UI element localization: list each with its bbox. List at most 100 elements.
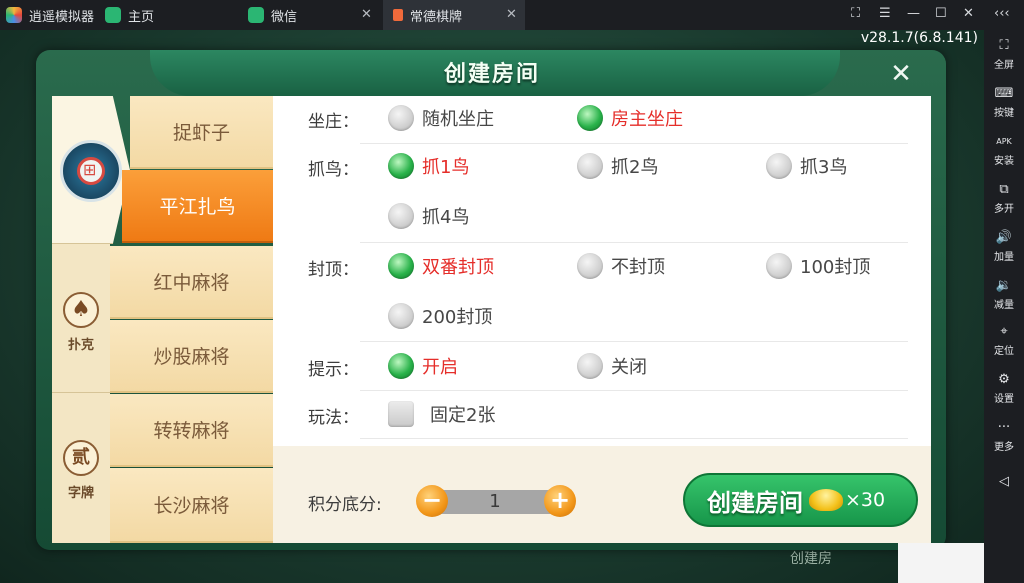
category-label: 扑克	[67, 338, 94, 353]
radio-icon	[388, 303, 414, 329]
tab-app[interactable]: 常德棋牌	[383, 0, 525, 30]
radio-icon	[577, 153, 603, 179]
sidebar-item-volume-up[interactable]: 🔊 加量	[984, 230, 1024, 263]
radio-icon	[577, 353, 603, 379]
sidebar-item-label: 安装	[994, 156, 1014, 167]
sidebar-item-more[interactable]: ··· 更多	[984, 420, 1024, 453]
option-label: 抓1鸟	[422, 157, 470, 178]
dialog-title: 创建房间	[443, 62, 540, 87]
keyboard-icon: ⌨	[994, 86, 1014, 101]
option-zhua4niao[interactable]: 抓4鸟	[388, 203, 469, 229]
category-poker[interactable]: ♠ 扑克	[52, 292, 110, 353]
sidebar-item-install[interactable]: APK 安装	[984, 134, 1024, 167]
option-label: 抓3鸟	[800, 157, 848, 178]
emulator-sidebar: ⛶ 全屏 ⌨ 按键 APK 安装 ⧉ 多开 🔊 加量 🔉 减量 ⌖ 定位 ⚙ 设…	[984, 30, 1024, 583]
option-owner-banker[interactable]: 房主坐庄	[577, 105, 683, 131]
tab-label: 主页	[128, 9, 155, 25]
category-zipai[interactable]: 贰 字牌	[52, 440, 110, 501]
collapse-sidebar-icon[interactable]: ‹‹‹	[994, 6, 1010, 21]
tab-chaogu-majiang[interactable]: 炒股麻将	[110, 320, 273, 393]
mahjong-icon	[60, 140, 122, 202]
category-label: 字牌	[67, 486, 94, 501]
back-icon: ◁	[999, 474, 1009, 489]
option-200-cap[interactable]: 200封顶	[388, 303, 492, 329]
close-window-icon[interactable]: ✕	[963, 6, 974, 21]
radio-selected-icon	[577, 105, 603, 131]
close-app-tab-icon[interactable]: ✕	[506, 7, 517, 22]
minimize-icon[interactable]: —	[907, 6, 920, 21]
version-label: v28.1.7(6.8.141)	[860, 30, 978, 46]
create-room-cost: ×30	[845, 489, 886, 511]
tab-hongzhong-majiang[interactable]: 红中麻将	[110, 246, 273, 319]
option-label: 房主坐庄	[611, 109, 683, 130]
tab-zhuanzhuan-majiang[interactable]: 转转麻将	[110, 394, 273, 467]
sidebar-item-fullscreen[interactable]: ⛶ 全屏	[984, 38, 1024, 71]
app-icon	[393, 9, 403, 21]
sidebar-item-keys[interactable]: ⌨ 按键	[984, 86, 1024, 119]
volume-down-icon: 🔉	[995, 278, 1013, 293]
row-label-zhuaniao: 抓鸟：	[308, 160, 359, 180]
option-hint-off[interactable]: 关闭	[577, 353, 647, 379]
tab-zhuoxiazi[interactable]: 捉虾子	[130, 96, 273, 169]
background-create-label: 创建房	[790, 551, 832, 567]
score-minus-button[interactable]: −	[416, 485, 448, 517]
spade-icon: ♠	[63, 292, 99, 328]
menu-icon[interactable]: ☰	[879, 6, 891, 21]
row-label-wanfa: 玩法：	[308, 408, 359, 428]
row-separator	[360, 143, 908, 144]
option-zhua2niao[interactable]: 抓2鸟	[577, 153, 658, 179]
corner-overlay	[898, 543, 984, 583]
radio-selected-icon	[388, 253, 414, 279]
option-no-cap[interactable]: 不封顶	[577, 253, 665, 279]
score-label: 积分底分:	[308, 495, 382, 515]
option-zhua1niao[interactable]: 抓1鸟	[388, 153, 469, 179]
close-dialog-icon[interactable]: ✕	[887, 60, 915, 88]
wechat-icon	[248, 7, 264, 23]
tab-label: 微信	[271, 9, 298, 25]
sidebar-item-label: 多开	[994, 204, 1014, 215]
category-divider	[52, 392, 110, 393]
sidebar-item-settings[interactable]: ⚙ 设置	[984, 372, 1024, 405]
create-room-button[interactable]: 创建房间 ×30	[683, 473, 918, 527]
sidebar-item-label: 减量	[994, 300, 1014, 311]
logo-icon	[6, 7, 22, 23]
sidebar-item-label: 定位	[994, 346, 1014, 357]
apk-icon: APK	[996, 137, 1012, 146]
checkbox-fixed-2[interactable]: 固定2张	[388, 401, 495, 427]
tab-wechat[interactable]: 微信	[240, 0, 380, 30]
option-label: 双番封顶	[422, 257, 494, 278]
option-label: 抓4鸟	[422, 207, 470, 228]
sidebar-item-location[interactable]: ⌖ 定位	[984, 324, 1024, 357]
tab-label: 逍遥模拟器	[29, 9, 95, 25]
sidebar-item-label: 设置	[994, 394, 1014, 405]
option-label: 抓2鸟	[611, 157, 659, 178]
option-hint-on[interactable]: 开启	[388, 353, 458, 379]
tab-changsha-majiang[interactable]: 长沙麻将	[110, 468, 273, 543]
sidebar-item-multi[interactable]: ⧉ 多开	[984, 182, 1024, 215]
close-wechat-tab-icon[interactable]: ✕	[361, 7, 372, 22]
option-random-banker[interactable]: 随机坐庄	[388, 105, 494, 131]
tab-pingjiang-zhaniao[interactable]: 平江扎鸟	[122, 170, 273, 243]
sidebar-item-back[interactable]: ◁	[984, 474, 1024, 492]
zipai-icon: 贰	[63, 440, 99, 476]
volume-up-icon: 🔊	[995, 230, 1013, 245]
option-label: 不封顶	[611, 257, 665, 278]
option-label: 关闭	[611, 357, 647, 378]
tab-label: 常德棋牌	[410, 9, 463, 25]
row-separator	[360, 438, 908, 439]
sidebar-item-volume-down[interactable]: 🔉 减量	[984, 278, 1024, 311]
fullscreen-icon[interactable]: ⛶	[851, 6, 860, 21]
option-100-cap[interactable]: 100封顶	[766, 253, 870, 279]
score-plus-button[interactable]: +	[544, 485, 576, 517]
create-room-label: 创建房间	[707, 488, 803, 517]
option-zhua3niao[interactable]: 抓3鸟	[766, 153, 847, 179]
option-double-cap[interactable]: 双番封顶	[388, 253, 494, 279]
tab-emulator[interactable]: 逍遥模拟器	[6, 0, 94, 30]
option-label: 随机坐庄	[422, 109, 494, 130]
emulator-titlebar: 逍遥模拟器 主页 微信 ✕ 常德棋牌 ✕ ⛶ ☰ — ☐ ✕ ‹‹‹	[0, 0, 1024, 30]
maximize-icon[interactable]: ☐	[935, 6, 947, 21]
radio-icon	[577, 253, 603, 279]
more-icon: ···	[997, 420, 1011, 435]
radio-icon	[388, 203, 414, 229]
tab-home[interactable]: 主页	[105, 0, 154, 30]
